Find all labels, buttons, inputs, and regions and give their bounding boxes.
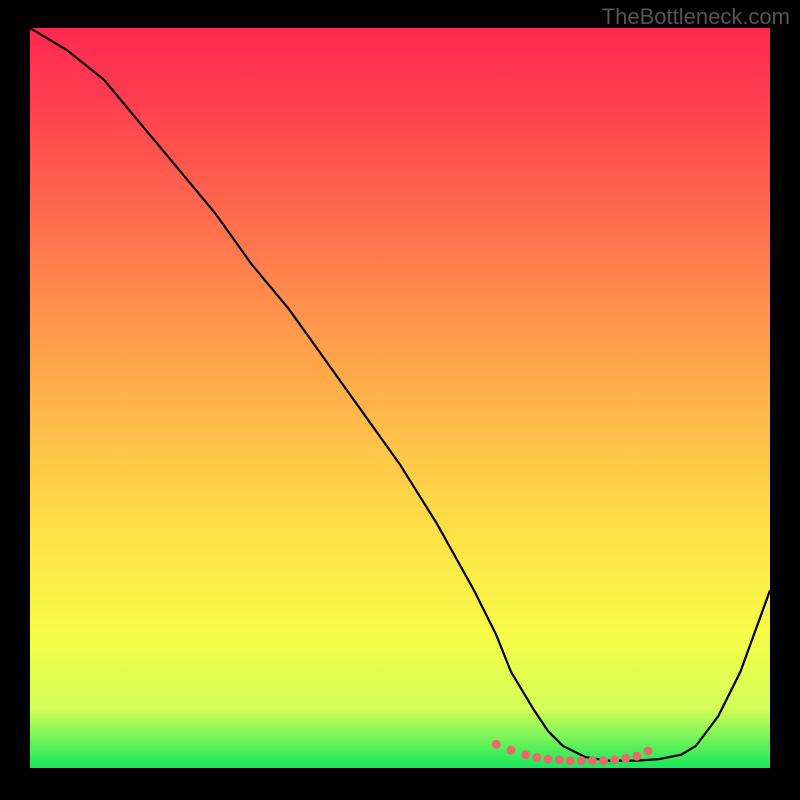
highlight-dots bbox=[492, 740, 653, 765]
highlight-dot bbox=[610, 755, 619, 764]
highlight-dot bbox=[544, 755, 553, 764]
highlight-dot bbox=[492, 740, 501, 749]
chart-svg bbox=[30, 28, 770, 768]
highlight-dot bbox=[555, 755, 564, 764]
highlight-dot bbox=[507, 746, 516, 755]
highlight-dot bbox=[577, 756, 586, 765]
highlight-dot bbox=[566, 756, 575, 765]
highlight-dot bbox=[643, 747, 652, 756]
watermark-text: TheBottleneck.com bbox=[602, 4, 790, 30]
highlight-dot bbox=[621, 754, 630, 763]
highlight-dot bbox=[532, 753, 541, 762]
highlight-dot bbox=[588, 756, 597, 765]
highlight-dot bbox=[599, 756, 608, 765]
highlight-dot bbox=[632, 752, 641, 761]
bottleneck-curve bbox=[30, 28, 770, 761]
plot-area bbox=[30, 28, 770, 768]
highlight-dot bbox=[521, 750, 530, 759]
